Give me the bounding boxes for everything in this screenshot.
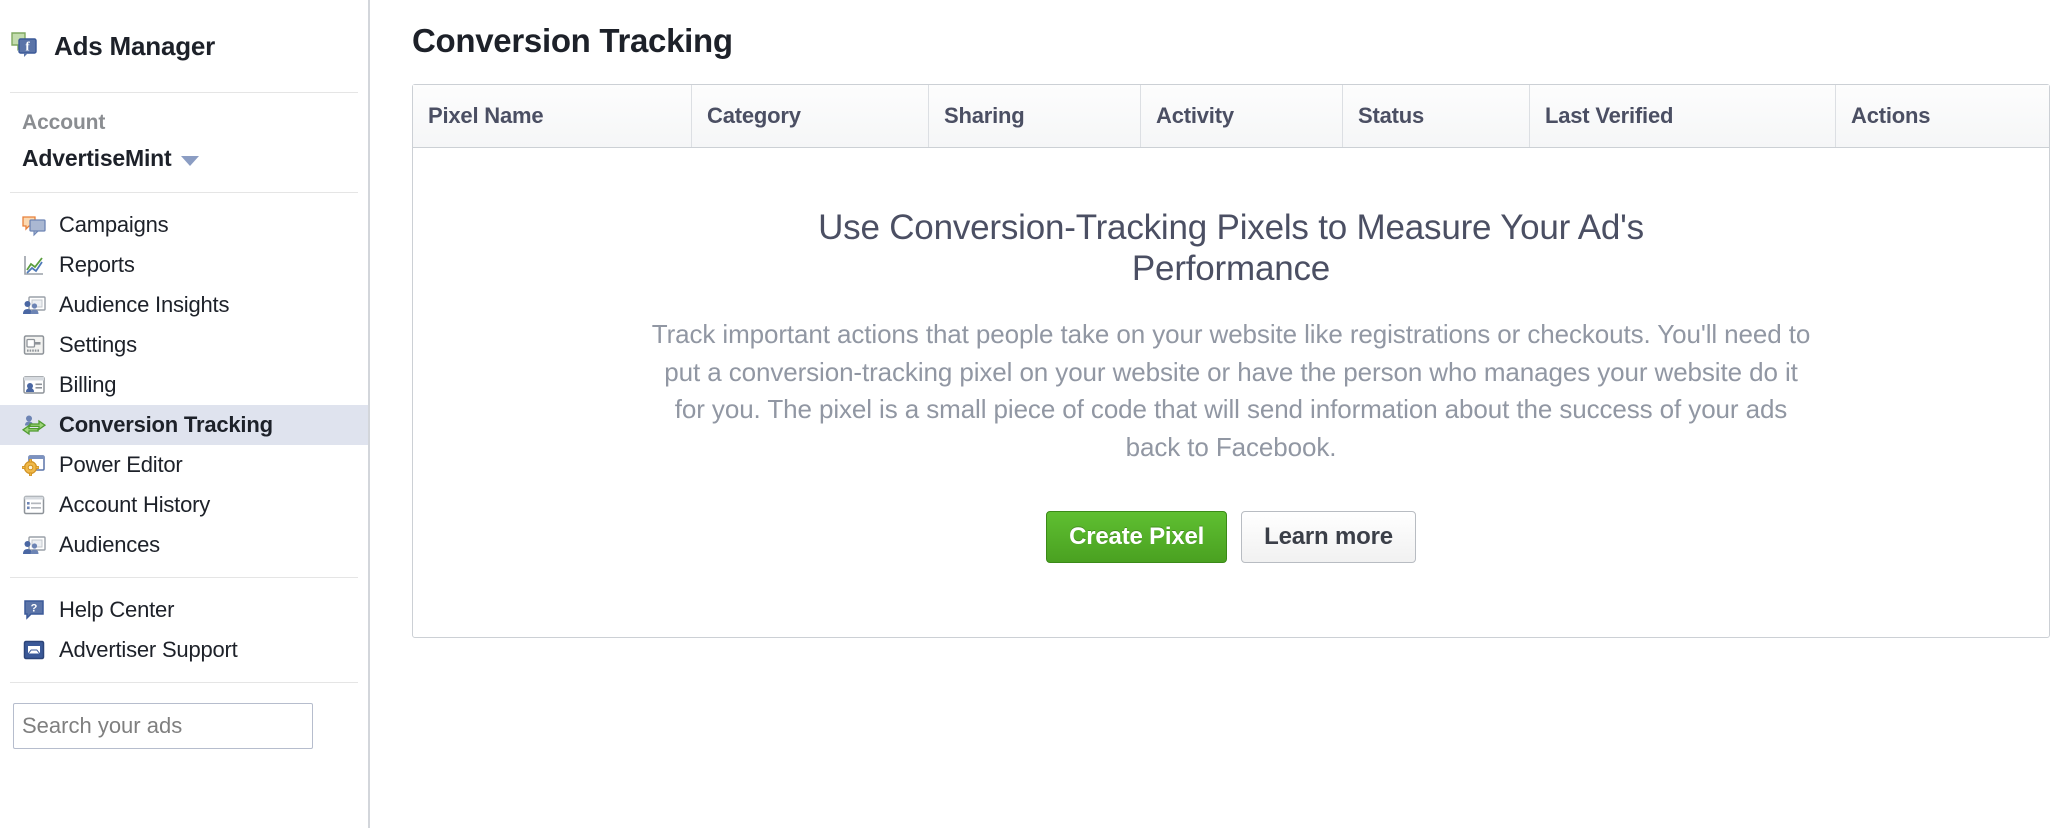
primary-nav: Campaigns Reports Audience Insights Sett… xyxy=(0,193,368,577)
create-pixel-button[interactable]: Create Pixel xyxy=(1046,510,1228,563)
column-header-activity[interactable]: Activity xyxy=(1140,85,1342,147)
sidebar-item-label: Account History xyxy=(59,492,211,517)
main-content: Conversion Tracking Pixel Name Category … xyxy=(370,0,2068,828)
empty-state-title: Use Conversion-Tracking Pixels to Measur… xyxy=(818,208,1644,288)
sidebar-item-label: Power Editor xyxy=(59,452,183,477)
brand-header[interactable]: f Ads Manager xyxy=(0,0,368,92)
sidebar-item-billing[interactable]: Billing xyxy=(0,365,368,405)
search-input[interactable] xyxy=(13,703,313,749)
column-header-status[interactable]: Status xyxy=(1342,85,1529,147)
ads-manager-page: f Ads Manager Account AdvertiseMint Camp… xyxy=(0,0,2068,828)
sidebar-item-label: Audience Insights xyxy=(59,292,230,317)
sidebar-item-audiences[interactable]: Audiences xyxy=(0,525,368,565)
sidebar-item-label: Advertiser Support xyxy=(59,637,238,662)
people-screen-icon xyxy=(22,293,46,317)
empty-state-body: Track important actions that people take… xyxy=(651,318,1811,462)
brand-label: Ads Manager xyxy=(54,30,216,61)
gear-window-icon xyxy=(22,453,46,477)
sidebar-item-reports[interactable]: Reports xyxy=(0,245,368,285)
list-window-icon xyxy=(22,493,46,517)
sidebar-item-audience-insights[interactable]: Audience Insights xyxy=(0,285,368,325)
sidebar-item-label: Help Center xyxy=(59,597,175,622)
speech-bubbles-icon xyxy=(22,213,46,237)
sidebar: f Ads Manager Account AdvertiseMint Camp… xyxy=(0,0,370,828)
inbox-icon xyxy=(22,638,46,662)
support-nav: ? Help Center Advertiser Support xyxy=(0,578,368,682)
conversion-arrow-icon xyxy=(21,413,47,437)
sidebar-item-label: Settings xyxy=(59,332,137,357)
empty-state-actions: Create Pixel Learn more xyxy=(473,510,1989,563)
learn-more-button[interactable]: Learn more xyxy=(1241,510,1416,563)
sidebar-item-label: Campaigns xyxy=(59,212,169,237)
account-heading: Account xyxy=(22,111,106,134)
column-header-actions[interactable]: Actions xyxy=(1835,85,2049,147)
account-section: Account AdvertiseMint xyxy=(0,93,368,192)
chevron-down-icon xyxy=(181,155,200,166)
sidebar-item-label: Reports xyxy=(59,252,135,277)
search-container xyxy=(0,683,368,749)
column-header-pixel-name[interactable]: Pixel Name xyxy=(413,85,691,147)
sidebar-item-settings[interactable]: Settings xyxy=(0,325,368,365)
column-header-last-verified[interactable]: Last Verified xyxy=(1529,85,1835,147)
column-header-sharing[interactable]: Sharing xyxy=(928,85,1140,147)
sidebar-item-conversion-tracking[interactable]: Conversion Tracking xyxy=(0,405,368,445)
column-header-category[interactable]: Category xyxy=(691,85,928,147)
table-header-row: Pixel Name Category Sharing Activity Sta… xyxy=(413,85,2049,148)
page-title: Conversion Tracking xyxy=(412,22,733,59)
sidebar-item-label: Billing xyxy=(59,372,117,397)
question-bubble-icon: ? xyxy=(22,598,46,622)
sidebar-item-help-center[interactable]: ? Help Center xyxy=(0,590,368,630)
svg-text:?: ? xyxy=(31,603,38,615)
sidebar-item-account-history[interactable]: Account History xyxy=(0,485,368,525)
sidebar-item-power-editor[interactable]: Power Editor xyxy=(0,445,368,485)
account-name: AdvertiseMint xyxy=(22,145,172,171)
line-chart-icon xyxy=(22,253,46,277)
people-screen-icon xyxy=(22,533,46,557)
sidebar-item-advertiser-support[interactable]: Advertiser Support xyxy=(0,630,368,670)
account-selector[interactable]: AdvertiseMint xyxy=(22,145,368,172)
sidebar-item-campaigns[interactable]: Campaigns xyxy=(0,205,368,245)
sidebar-item-label: Conversion Tracking xyxy=(59,412,273,437)
facebook-ads-manager-icon: f xyxy=(10,29,40,64)
billing-card-icon xyxy=(22,373,46,397)
settings-panel-icon xyxy=(22,333,46,357)
sidebar-item-label: Audiences xyxy=(59,532,160,557)
svg-text:f: f xyxy=(25,38,30,53)
conversion-tracking-card: Pixel Name Category Sharing Activity Sta… xyxy=(412,84,2050,638)
empty-state: Use Conversion-Tracking Pixels to Measur… xyxy=(413,148,2049,637)
